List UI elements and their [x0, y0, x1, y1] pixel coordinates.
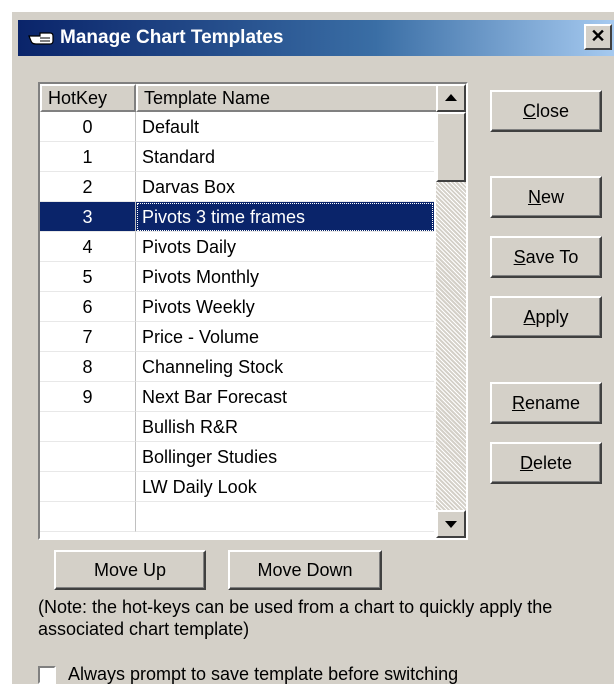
rename-label: ename	[524, 393, 581, 413]
close-label: lose	[535, 101, 570, 121]
vertical-scrollbar[interactable]	[436, 84, 466, 538]
save-to-button[interactable]: Save To	[490, 236, 602, 278]
hotkey-cell	[40, 412, 136, 442]
hotkey-cell: 8	[40, 352, 136, 382]
new-label: ew	[540, 187, 564, 207]
template-name-cell: Darvas Box	[136, 172, 434, 202]
hotkey-cell: 7	[40, 322, 136, 352]
hotkey-cell: 4	[40, 232, 136, 262]
template-name-cell: Pivots Weekly	[136, 292, 434, 322]
title-close-button[interactable]: ✕	[584, 24, 612, 50]
delete-button[interactable]: Delete	[490, 442, 602, 484]
apply-mnemonic: A	[523, 307, 536, 327]
table-row[interactable]	[40, 502, 434, 532]
hotkey-cell	[40, 442, 136, 472]
table-row[interactable]: Bollinger Studies	[40, 442, 434, 472]
scroll-down-button[interactable]	[436, 510, 466, 538]
new-mnemonic: N	[527, 187, 541, 207]
template-name-cell: Pivots Daily	[136, 232, 434, 262]
manage-chart-templates-dialog: Manage Chart Templates ✕ HotKey Template…	[10, 10, 614, 684]
move-down-button[interactable]: Move Down	[228, 550, 382, 590]
template-name-cell: LW Daily Look	[136, 472, 434, 502]
template-name-cell: Bullish R&R	[136, 412, 434, 442]
hotkey-cell	[40, 472, 136, 502]
prompt-checkbox[interactable]	[38, 666, 56, 684]
table-row[interactable]: 9 Next Bar Forecast	[40, 382, 434, 412]
hotkey-cell: 6	[40, 292, 136, 322]
scroll-thumb[interactable]	[436, 112, 466, 182]
hotkey-cell	[40, 502, 136, 532]
rename-button[interactable]: Rename	[490, 382, 602, 424]
template-name-cell: Pivots Monthly	[136, 262, 434, 292]
table-row[interactable]: 3 Pivots 3 time frames	[40, 202, 434, 232]
table-row[interactable]: 8 Channeling Stock	[40, 352, 434, 382]
table-row[interactable]: 7 Price - Volume	[40, 322, 434, 352]
table-row[interactable]: 6 Pivots Weekly	[40, 292, 434, 322]
window-title: Manage Chart Templates	[60, 27, 284, 48]
template-name-cell: Next Bar Forecast	[136, 382, 434, 412]
title-bar[interactable]: Manage Chart Templates ✕	[18, 20, 614, 56]
prompt-checkbox-label[interactable]: Always prompt to save template before sw…	[68, 662, 458, 686]
scroll-up-button[interactable]	[436, 84, 466, 112]
arrow-down-icon	[445, 521, 457, 528]
table-row[interactable]: 5 Pivots Monthly	[40, 262, 434, 292]
template-name-cell	[136, 502, 434, 532]
column-header-hotkey[interactable]: HotKey	[40, 84, 136, 112]
template-name-cell: Standard	[136, 142, 434, 172]
hotkey-cell: 9	[40, 382, 136, 412]
template-name-cell: Channeling Stock	[136, 352, 434, 382]
table-row[interactable]: Bullish R&R	[40, 412, 434, 442]
table-row[interactable]: 4 Pivots Daily	[40, 232, 434, 262]
table-row[interactable]: 1 Standard	[40, 142, 434, 172]
delete-mnemonic: D	[519, 453, 533, 473]
hotkey-cell: 3	[40, 202, 136, 232]
template-name-cell: Bollinger Studies	[136, 442, 434, 472]
pointing-hand-icon	[28, 26, 54, 50]
apply-button[interactable]: Apply	[490, 296, 602, 338]
template-name-cell: Price - Volume	[136, 322, 434, 352]
list-rows: 0 Default 1 Standard 2 Darvas Box 3 Pivots 3 ti…	[40, 112, 434, 532]
move-up-button[interactable]: Move Up	[54, 550, 206, 590]
arrow-up-icon	[445, 94, 457, 101]
table-row[interactable]: 0 Default	[40, 112, 434, 142]
new-button[interactable]: New	[490, 176, 602, 218]
column-header-template-name[interactable]: Template Name	[136, 84, 438, 112]
save-to-mnemonic: S	[513, 247, 526, 267]
save-to-label: ave To	[525, 247, 579, 267]
hotkey-cell: 1	[40, 142, 136, 172]
hotkey-cell: 2	[40, 172, 136, 202]
hotkey-cell: 5	[40, 262, 136, 292]
table-row[interactable]: LW Daily Look	[40, 472, 434, 502]
close-icon: ✕	[590, 26, 606, 46]
template-name-cell: Pivots 3 time frames	[136, 202, 434, 232]
close-button[interactable]: Close	[490, 90, 602, 132]
rename-mnemonic: R	[511, 393, 525, 413]
hotkey-note: (Note: the hot-keys can be used from a c…	[38, 597, 553, 639]
apply-label: pply	[535, 307, 569, 327]
hotkey-cell: 0	[40, 112, 136, 142]
table-row[interactable]: 2 Darvas Box	[40, 172, 434, 202]
close-mnemonic: C	[522, 101, 536, 121]
list-header: HotKey Template Name	[40, 84, 438, 112]
delete-label: elete	[532, 453, 573, 473]
template-name-cell: Default	[136, 112, 434, 142]
template-list[interactable]: HotKey Template Name 0 Default 1 Standard 2 D…	[38, 82, 468, 540]
